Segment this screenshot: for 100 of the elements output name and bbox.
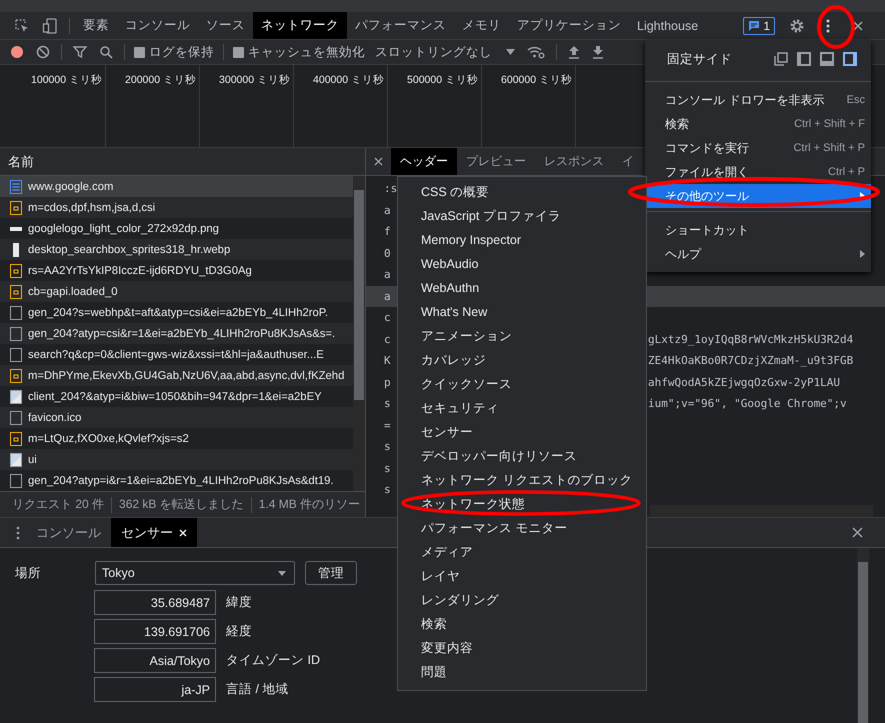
caret-icon xyxy=(506,49,515,55)
menu-item[interactable]: コマンドを実行 Ctrl + Shift + P xyxy=(645,136,871,160)
request-row[interactable]: favicon.ico xyxy=(0,407,353,428)
record-icon[interactable] xyxy=(10,45,24,59)
download-icon[interactable] xyxy=(592,45,604,59)
request-row[interactable]: gen_204?atyp=csi&r=1&ei=a2bEYb_4LIHh2roPu8KJsAs&s=. xyxy=(0,323,353,344)
upload-icon[interactable] xyxy=(568,45,580,59)
drawer-tab[interactable]: センサー xyxy=(111,518,197,547)
header-name: s xyxy=(384,483,391,496)
file-icon xyxy=(10,306,22,320)
menu-item[interactable]: WebAuthn xyxy=(398,276,646,300)
more-options-icon[interactable] xyxy=(825,18,831,34)
header-name: K xyxy=(384,354,391,368)
status-text: 1.4 MB 件のリソー xyxy=(258,496,360,513)
panel-tab[interactable]: ネットワーク xyxy=(253,12,347,39)
menu-item[interactable]: JavaScript プロファイラ xyxy=(398,204,646,228)
input-field[interactable]: Asia/Tokyo xyxy=(94,648,216,673)
dock-side-icon[interactable] xyxy=(843,52,857,66)
detail-tab[interactable]: ヘッダー xyxy=(391,148,457,175)
menu-item[interactable]: WebAudio xyxy=(398,252,646,276)
menu-item[interactable]: アニメーション xyxy=(398,324,646,348)
panel-tab[interactable]: ソース xyxy=(198,12,253,39)
shortcut-text: Ctrl + P xyxy=(828,166,865,178)
field-label: 緯度 xyxy=(226,594,252,611)
request-row[interactable]: m=DhPYme,EkevXb,GU4Gab,NzU6V,aa,abd,async,dvl,fKZehd xyxy=(0,365,353,386)
header-name: :s xyxy=(384,182,398,196)
checkbox-label: キャッシュを無効化 xyxy=(248,44,365,60)
file-icon xyxy=(10,474,22,488)
menu-item-label: コンソール ドロワーを非表示 xyxy=(665,92,824,108)
panel-tab[interactable]: メモリ xyxy=(454,12,509,39)
menu-item[interactable]: What's New xyxy=(398,300,646,324)
menu-item[interactable]: パフォーマンス モニター xyxy=(398,516,646,540)
detail-tab[interactable]: イ xyxy=(613,148,643,175)
header-name: p xyxy=(384,376,391,389)
header-name: a xyxy=(384,268,391,282)
menu-item[interactable]: ヘルプ xyxy=(645,242,871,266)
request-row[interactable]: desktop_searchbox_sprites318_hr.webp xyxy=(0,239,353,260)
dock-side-icon[interactable] xyxy=(797,52,811,66)
request-row[interactable]: ui xyxy=(0,449,353,470)
panel-tab[interactable]: アプリケーション xyxy=(509,12,629,39)
field-label: 経度 xyxy=(226,623,252,640)
drawer-tab[interactable]: コンソール xyxy=(26,518,111,547)
input-field[interactable]: 35.689487 xyxy=(94,590,216,615)
image-icon xyxy=(10,390,22,404)
timeline-tick-label: 100000 ミリ秒 xyxy=(31,74,102,86)
inspect-icon[interactable] xyxy=(14,18,30,34)
menu-item[interactable]: レンダリング xyxy=(398,588,646,612)
menu-item[interactable]: デベロッパー向けリソース xyxy=(398,444,646,468)
menu-item[interactable]: ショートカット xyxy=(645,218,871,242)
menu-item[interactable]: メディア xyxy=(398,540,646,564)
document-icon xyxy=(10,180,22,194)
more-tabs-icon[interactable] xyxy=(16,526,20,540)
detail-tab[interactable]: レスポンス xyxy=(535,148,613,175)
issues-badge[interactable]: 1 xyxy=(743,16,775,34)
settings-icon[interactable] xyxy=(789,18,805,34)
field-label: 言語 / 地域 xyxy=(226,681,288,698)
device-toolbar-icon[interactable] xyxy=(42,18,58,34)
menu-item[interactable]: ネットワーク リクエストのブロック xyxy=(398,468,646,492)
submenu-arrow-icon xyxy=(860,250,865,258)
menu-item[interactable]: CSS の概要 xyxy=(398,180,646,204)
panel-tab[interactable]: パフォーマンス xyxy=(347,12,454,39)
input-field[interactable]: ja-JP xyxy=(94,677,216,702)
search-icon[interactable] xyxy=(99,45,113,59)
scrollbar[interactable] xyxy=(353,176,365,491)
wifi-gear-icon[interactable] xyxy=(527,45,545,59)
dock-side-icon[interactable] xyxy=(820,52,834,66)
input-field[interactable]: 139.691706 xyxy=(94,619,216,644)
menu-item[interactable]: Memory Inspector xyxy=(398,228,646,252)
menu-item[interactable]: セキュリティ xyxy=(398,396,646,420)
scrollbar[interactable] xyxy=(857,548,869,723)
menu-item[interactable]: 変更内容 xyxy=(398,636,646,660)
request-row[interactable]: www.google.com xyxy=(0,176,353,197)
detail-tab[interactable]: プレビュー xyxy=(457,148,535,175)
throttling-dropdown[interactable]: スロットリングなし xyxy=(369,44,521,60)
timeline-tick-label: 500000 ミリ秒 xyxy=(407,74,478,86)
header-name: 0 xyxy=(384,246,391,260)
menu-item[interactable]: レイヤ xyxy=(398,564,646,588)
menu-item[interactable]: クイックソース xyxy=(398,372,646,396)
menu-item[interactable]: コンソール ドロワーを非表示 Esc xyxy=(645,88,871,112)
filter-icon[interactable] xyxy=(73,45,87,59)
panel-tab[interactable]: コンソール xyxy=(117,12,198,39)
script-icon xyxy=(10,200,22,214)
checkbox[interactable] xyxy=(134,46,145,58)
menu-item[interactable]: カバレッジ xyxy=(398,348,646,372)
clear-icon[interactable] xyxy=(36,45,50,59)
panel-tab[interactable]: Lighthouse xyxy=(629,12,706,39)
panel-tab[interactable]: 要素 xyxy=(75,12,117,39)
menu-item[interactable]: 問題 xyxy=(398,660,646,684)
menu-item[interactable]: 検索 Ctrl + Shift + F xyxy=(645,112,871,136)
checkbox[interactable] xyxy=(233,46,244,58)
request-row[interactable]: m=cdos,dpf,hsm,jsa,d,csi xyxy=(0,197,353,218)
request-row[interactable]: cb=gapi.loaded_0 xyxy=(0,281,353,302)
menu-item-label: 検索 xyxy=(665,116,689,132)
location-dropdown[interactable]: Tokyo xyxy=(95,561,295,585)
horizontal-scrollbar[interactable] xyxy=(650,505,873,517)
header-name: f xyxy=(384,225,391,238)
manage-button[interactable]: 管理 xyxy=(305,561,357,585)
menu-item[interactable]: 検索 xyxy=(398,612,646,636)
dock-side-icon[interactable] xyxy=(774,52,788,66)
menu-item[interactable]: センサー xyxy=(398,420,646,444)
